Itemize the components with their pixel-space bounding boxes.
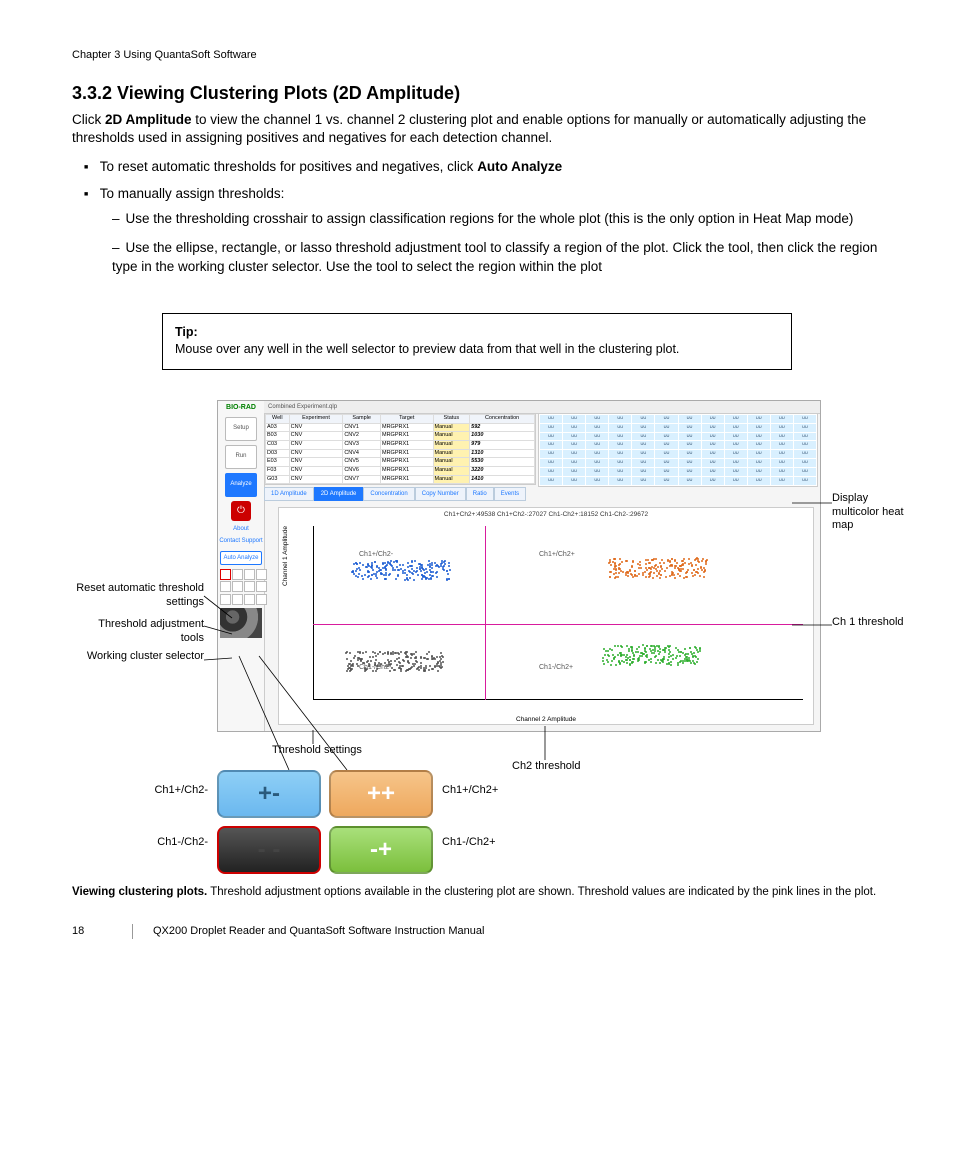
cluster-selector-enlarged: +- ++ - - -+: [217, 770, 433, 874]
biglabel-ul: Ch1+/Ch2-: [132, 784, 208, 798]
figure: BIO-RAD Setup Run Analyze ⏻ About Contac…: [72, 400, 882, 880]
nav-analyze[interactable]: Analyze: [225, 473, 257, 497]
quad-label-ul: Ch1+/Ch2-: [359, 550, 393, 560]
callout-threshold-settings: Threshold settings: [272, 744, 362, 758]
ch1-threshold-line[interactable]: [313, 624, 803, 625]
nav-support[interactable]: Contact Support: [218, 537, 264, 545]
threshold-tool-grid[interactable]: [220, 569, 262, 592]
auto-analyze-button[interactable]: Auto Analyze: [220, 551, 262, 565]
subbullet-shape-tools: Use the ellipse, rectangle, or lasso thr…: [112, 239, 882, 277]
chart-xlabel: Channel 2 Amplitude: [279, 715, 813, 724]
biglabel-lr: Ch1-/Ch2+: [442, 836, 496, 850]
tab-ratio[interactable]: Ratio: [466, 487, 494, 501]
chart-title: Ch1+Ch2+:49538 Ch1+Ch2-:27027 Ch1-Ch2+:1…: [279, 510, 813, 519]
cluster-btn-np[interactable]: -+: [329, 826, 433, 874]
intro-paragraph: Click 2D Amplitude to view the channel 1…: [72, 111, 882, 149]
plate-selector[interactable]: UUUUUUUUUUUUUUUUUUUUUUUUUUUUUUUUUUUUUUUU…: [538, 413, 818, 487]
view-tabs: 1D Amplitude 2D Amplitude Concentration …: [264, 487, 818, 501]
bullet-auto-analyze: To reset automatic thresholds for positi…: [84, 158, 882, 177]
callout-heatmap: Display multicolor heat map: [832, 492, 912, 533]
cluster-btn-pp[interactable]: ++: [329, 770, 433, 818]
figure-caption: Viewing clustering plots. Threshold adju…: [72, 884, 882, 900]
brand-logo: BIO-RAD: [218, 401, 264, 413]
callout-reset-auto: Reset automatic threshold settings: [72, 582, 204, 610]
cluster-selector-grid[interactable]: [220, 594, 262, 605]
app-window: BIO-RAD Setup Run Analyze ⏻ About Contac…: [217, 400, 821, 732]
app-sidebar: BIO-RAD Setup Run Analyze ⏻ About Contac…: [218, 401, 265, 731]
page-number: 18: [72, 924, 112, 939]
subbullet-crosshair: Use the thresholding crosshair to assign…: [112, 210, 882, 229]
tip-box: Tip: Mouse over any well in the well sel…: [162, 313, 792, 370]
droplet-thumbnail: [220, 608, 262, 638]
ch2-threshold-line[interactable]: [485, 526, 486, 700]
biglabel-ur: Ch1+/Ch2+: [442, 784, 498, 798]
callout-threshold-tools: Threshold adjustment tools: [72, 618, 204, 646]
page-footer: 18 QX200 Droplet Reader and QuantaSoft S…: [72, 924, 882, 939]
chart-ylabel: Channel 1 Amplitude: [281, 526, 290, 586]
well-data-table[interactable]: WellExperimentSampleTargetStatusConcentr…: [264, 413, 536, 485]
chapter-header: Chapter 3 Using QuantaSoft Software: [72, 48, 882, 63]
nav-run[interactable]: Run: [225, 445, 257, 469]
callout-ch1-threshold: Ch 1 threshold: [832, 616, 912, 630]
tab-2d[interactable]: 2D Amplitude: [314, 487, 364, 501]
section-heading: 3.3.2 Viewing Clustering Plots (2D Ampli…: [72, 81, 882, 106]
nav-setup[interactable]: Setup: [225, 417, 257, 441]
power-icon[interactable]: ⏻: [231, 501, 251, 521]
nav-about[interactable]: About: [218, 525, 264, 533]
bullet-manual: To manually assign thresholds: Use the t…: [84, 185, 882, 277]
tab-conc[interactable]: Concentration: [363, 487, 414, 501]
callout-ch2-threshold: Ch2 threshold: [512, 760, 581, 774]
cluster-btn-nn[interactable]: - -: [217, 826, 321, 874]
footer-title: QX200 Droplet Reader and QuantaSoft Soft…: [132, 924, 484, 939]
quad-label-ll: Ch1-/Ch2-: [359, 663, 391, 673]
cluster-btn-pn[interactable]: +-: [217, 770, 321, 818]
quad-label-ur: Ch1+/Ch2+: [539, 550, 575, 560]
clustering-chart[interactable]: Ch1+Ch2+:49538 Ch1+Ch2-:27027 Ch1-Ch2+:1…: [278, 507, 814, 725]
tab-copy[interactable]: Copy Number: [415, 487, 466, 501]
tab-events[interactable]: Events: [494, 487, 526, 501]
callout-cluster-selector: Working cluster selector: [72, 650, 204, 664]
quad-label-lr: Ch1-/Ch2+: [539, 663, 573, 673]
tab-1d[interactable]: 1D Amplitude: [264, 487, 314, 501]
biglabel-ll: Ch1-/Ch2-: [132, 836, 208, 850]
